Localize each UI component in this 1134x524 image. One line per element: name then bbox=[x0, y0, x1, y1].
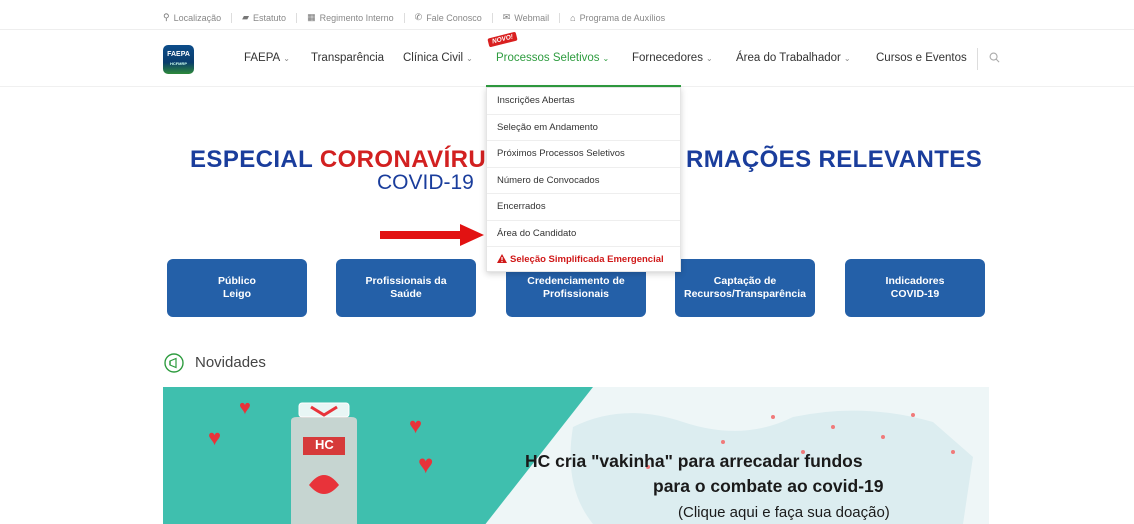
nav-item-transparencia[interactable]: Transparência bbox=[311, 52, 384, 64]
novidades-heading: Novidades bbox=[195, 354, 266, 371]
topbar-link-webmail[interactable]: ✉ Webmail bbox=[503, 12, 549, 23]
dropdown-item-numero-convocados[interactable]: Número de Convocados bbox=[487, 168, 680, 194]
nav-item-cursos-eventos[interactable]: Cursos e Eventos bbox=[876, 52, 967, 64]
top-utility-bar: ⚲ Localização ▰ Estatuto ▦ Regimento Intern… bbox=[0, 0, 1134, 30]
dropdown-item-encerrados[interactable]: Encerrados bbox=[487, 194, 680, 221]
nav-item-fornecedores[interactable]: Fornecedores ⌄ bbox=[632, 52, 713, 64]
category-button-profissionais-saude[interactable]: Profissionais da Saúde bbox=[336, 259, 476, 317]
page-headline: ESPECIAL CORONAVÍRUSS bbox=[190, 146, 519, 173]
topbar-link-fale-conosco[interactable]: ✆ Fale Conosco bbox=[415, 12, 482, 23]
grid-icon: ▦ bbox=[307, 12, 316, 22]
category-button-publico-leigo[interactable]: Público Leigo bbox=[167, 259, 307, 317]
warning-icon bbox=[497, 254, 507, 263]
institution-icon: ⌂ bbox=[570, 12, 576, 23]
dropdown-item-area-candidato[interactable]: Área do Candidato bbox=[487, 221, 680, 247]
nav-item-clinica-civil[interactable]: Clínica Civil ⌄ bbox=[403, 52, 473, 64]
category-button-captacao-recursos[interactable]: Captação de Recursos/Transparência bbox=[675, 259, 815, 317]
topbar-link-regimento[interactable]: ▦ Regimento Interno bbox=[307, 12, 394, 23]
main-nav: FAEPA ⌄ Transparência Clínica Civil ⌄ Proc… bbox=[0, 44, 1134, 74]
phone-icon: ✆ bbox=[414, 12, 423, 22]
heart-icon: ♥ bbox=[239, 397, 251, 419]
map-pin-icon: ⚲ bbox=[163, 12, 170, 22]
topbar-link-programa-auxilios[interactable]: ⌂ Programa de Auxílios bbox=[570, 13, 665, 23]
nav-item-area-trabalhador[interactable]: Área do Trabalhador ⌄ bbox=[736, 52, 851, 64]
page-headline-tail: RMAÇÕES RELEVANTES bbox=[686, 146, 983, 173]
chevron-down-icon: ⌄ bbox=[283, 54, 290, 63]
chevron-down-icon: ⌄ bbox=[466, 54, 473, 63]
processos-seletivos-dropdown: Inscrições Abertas Seleção em Andamento … bbox=[486, 87, 681, 272]
banner-title-line2: para o combate ao covid-19 bbox=[653, 476, 884, 496]
banner-cta[interactable]: (Clique aqui e faça sua doação) bbox=[678, 504, 890, 521]
dropdown-item-selecao-andamento[interactable]: Seleção em Andamento bbox=[487, 115, 680, 141]
mail-icon: ✉ bbox=[502, 12, 511, 22]
arrow-right-icon bbox=[380, 224, 484, 246]
topbar-link-estatuto[interactable]: ▰ Estatuto bbox=[242, 12, 286, 23]
nav-item-processos-seletivos[interactable]: Processos Seletivos ⌄ bbox=[496, 52, 609, 64]
chevron-down-icon: ⌄ bbox=[705, 54, 713, 63]
heart-icon: ♥ bbox=[208, 425, 222, 450]
donation-jar-graphic bbox=[291, 402, 357, 524]
dropdown-item-selecao-emergencial[interactable]: Seleção Simplificada Emergencial bbox=[487, 247, 680, 274]
nav-item-faepa[interactable]: FAEPA ⌄ bbox=[244, 52, 290, 64]
chevron-down-icon: ⌄ bbox=[843, 54, 851, 63]
megaphone-icon bbox=[164, 353, 184, 373]
chevron-down-icon: ⌄ bbox=[602, 54, 610, 63]
search-icon[interactable] bbox=[989, 52, 1000, 63]
heart-icon: ♥ bbox=[409, 413, 423, 438]
topbar-link-localizacao[interactable]: ⚲ Localização bbox=[163, 12, 221, 23]
dropdown-item-inscricoes-abertas[interactable]: Inscrições Abertas bbox=[487, 88, 680, 115]
page-subheadline: COVID-19 bbox=[377, 171, 474, 194]
dropdown-item-proximos-processos[interactable]: Próximos Processos Seletivos bbox=[487, 141, 680, 168]
banner-title-line1: HC cria "vakinha" para arrecadar fundos bbox=[525, 451, 863, 471]
news-banner[interactable]: ♥ ♥ ♥ ♥ HC HC cria "vakinha" para arreca… bbox=[163, 387, 989, 524]
book-icon: ▰ bbox=[242, 12, 250, 22]
category-button-indicadores-covid[interactable]: Indicadores COVID-19 bbox=[845, 259, 985, 317]
heart-icon: ♥ bbox=[418, 449, 434, 479]
